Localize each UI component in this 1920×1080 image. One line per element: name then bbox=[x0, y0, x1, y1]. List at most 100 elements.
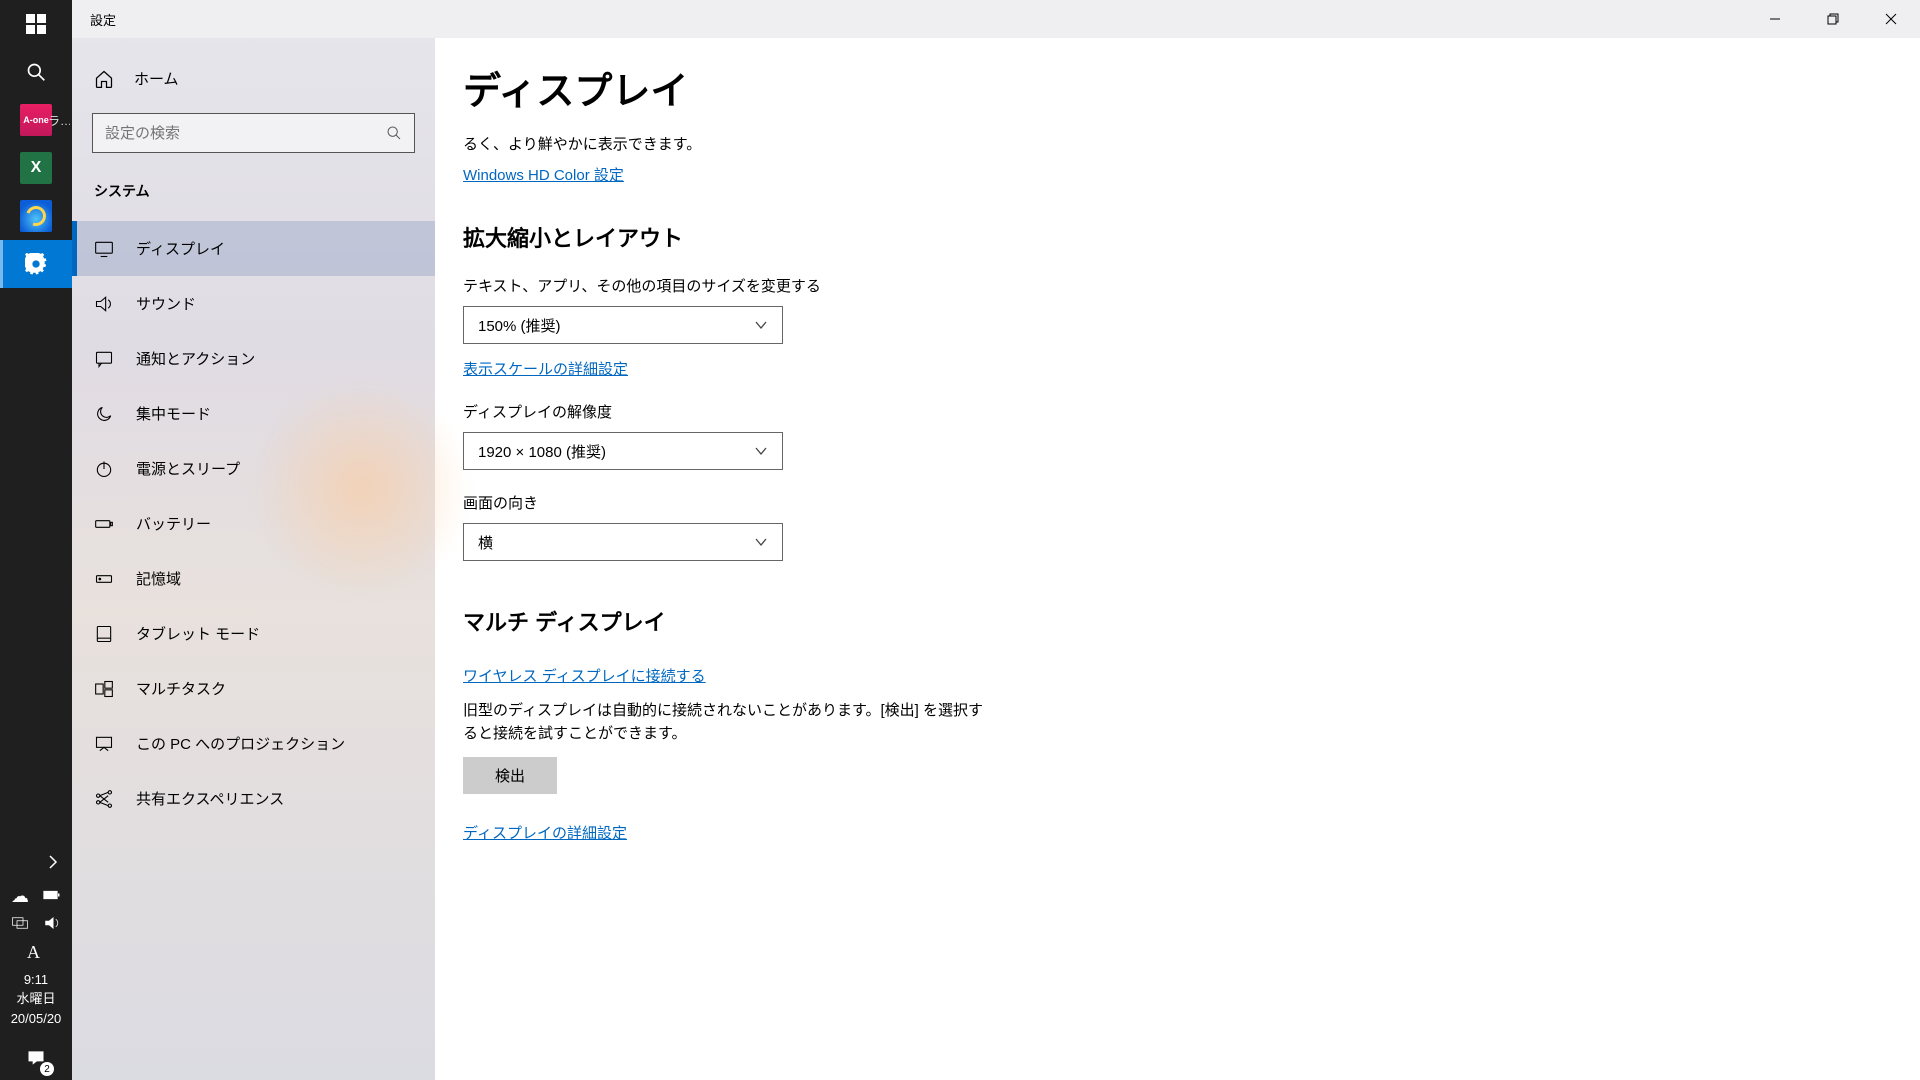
onedrive-icon[interactable]: ☁ bbox=[11, 886, 29, 904]
shared-experiences-icon bbox=[94, 789, 114, 809]
restore-icon bbox=[1827, 13, 1839, 25]
sidebar-item-label: サウンド bbox=[136, 293, 196, 314]
section-scale-heading: 拡大縮小とレイアウト bbox=[463, 221, 1920, 253]
window-close-button[interactable] bbox=[1862, 0, 1920, 38]
multitask-icon bbox=[94, 679, 114, 699]
sidebar-item-label: この PC へのプロジェクション bbox=[136, 733, 345, 754]
select-resolution-value: 1920 × 1080 (推奨) bbox=[478, 441, 606, 462]
taskbar-app-aone-label: ラ… bbox=[48, 112, 70, 129]
minimize-icon bbox=[1769, 13, 1781, 25]
sidebar-item-label: バッテリー bbox=[136, 513, 211, 534]
sidebar-item-label: 共有エクスペリエンス bbox=[136, 788, 284, 809]
taskbar-clock[interactable]: 9:11 水曜日 20/05/20 bbox=[0, 966, 72, 1037]
taskbar: A-one ラ… X ☁ A 9:11 水曜日 20/05/20 2 bbox=[0, 0, 72, 1080]
sidebar-item-label: マルチタスク bbox=[136, 678, 226, 699]
clock-date: 20/05/20 bbox=[0, 1009, 72, 1029]
taskbar-app-aone[interactable]: A-one ラ… bbox=[0, 96, 72, 144]
label-resolution: ディスプレイの解像度 bbox=[463, 401, 1920, 422]
battery-icon[interactable] bbox=[43, 886, 61, 904]
settings-search[interactable] bbox=[92, 113, 415, 153]
hdr-desc-tail: るく、より鮮やかに表示できます。 bbox=[463, 133, 1920, 154]
excel-icon: X bbox=[20, 152, 52, 184]
projecting-icon bbox=[94, 734, 114, 754]
sidebar-item-label: 通知とアクション bbox=[136, 348, 255, 369]
close-icon bbox=[1885, 13, 1897, 25]
sidebar-item-focus[interactable]: 集中モード bbox=[72, 386, 435, 441]
sidebar-home[interactable]: ホーム bbox=[72, 50, 435, 113]
chevron-right-icon bbox=[48, 854, 58, 870]
taskbar-app-excel[interactable]: X bbox=[0, 144, 72, 192]
display-icon bbox=[94, 239, 114, 259]
taskbar-app-ie[interactable] bbox=[0, 192, 72, 240]
select-orientation-value: 横 bbox=[478, 532, 493, 553]
sidebar-home-label: ホーム bbox=[134, 68, 179, 89]
gear-icon bbox=[25, 253, 47, 275]
internet-explorer-icon bbox=[20, 200, 52, 232]
sidebar-item-label: 記憶域 bbox=[136, 568, 181, 589]
start-button[interactable] bbox=[0, 0, 72, 48]
focus-assist-icon bbox=[94, 404, 114, 424]
battery-icon bbox=[94, 514, 114, 534]
hdr-color-link[interactable]: Windows HD Color 設定 bbox=[463, 164, 624, 185]
label-orientation: 画面の向き bbox=[463, 492, 1920, 513]
taskbar-systray: ☁ A bbox=[0, 880, 72, 966]
page-title: ディスプレイ bbox=[463, 60, 1920, 115]
chevron-down-icon bbox=[754, 318, 768, 332]
network-icon[interactable] bbox=[11, 914, 29, 932]
desc-detect: 旧型のディスプレイは自動的に接続されないことがあります。[検出] を選択すると接… bbox=[463, 700, 983, 745]
search-icon bbox=[26, 62, 46, 82]
sidebar-item-power[interactable]: 電源とスリープ bbox=[72, 441, 435, 496]
sidebar-item-shared[interactable]: 共有エクスペリエンス bbox=[72, 771, 435, 826]
link-advanced-display[interactable]: ディスプレイの詳細設定 bbox=[463, 822, 627, 843]
taskbar-spacer bbox=[0, 288, 72, 844]
notifications-icon bbox=[94, 349, 114, 369]
clock-day: 水曜日 bbox=[0, 989, 72, 1009]
sidebar-item-label: ディスプレイ bbox=[136, 238, 225, 259]
sidebar-item-sound[interactable]: サウンド bbox=[72, 276, 435, 331]
sidebar-item-notifications[interactable]: 通知とアクション bbox=[72, 331, 435, 386]
btn-detect[interactable]: 検出 bbox=[463, 757, 557, 794]
ime-icon[interactable]: A bbox=[27, 942, 45, 960]
section-multi-heading: マルチ ディスプレイ bbox=[463, 605, 1920, 637]
windows-logo-icon bbox=[26, 14, 46, 34]
sidebar-item-tablet[interactable]: タブレット モード bbox=[72, 606, 435, 661]
taskbar-overflow-chevron[interactable] bbox=[0, 844, 72, 880]
sidebar-item-display[interactable]: ディスプレイ bbox=[72, 221, 435, 276]
sidebar-item-storage[interactable]: 記憶域 bbox=[72, 551, 435, 606]
link-advanced-scaling[interactable]: 表示スケールの詳細設定 bbox=[463, 358, 628, 379]
window-minimize-button[interactable] bbox=[1746, 0, 1804, 38]
select-text-size[interactable]: 150% (推奨) bbox=[463, 306, 783, 344]
settings-search-input[interactable] bbox=[105, 125, 386, 142]
settings-main: ディスプレイ るく、より鮮やかに表示できます。 Windows HD Color… bbox=[435, 38, 1920, 1080]
power-icon bbox=[94, 459, 114, 479]
select-orientation[interactable]: 横 bbox=[463, 523, 783, 561]
chevron-down-icon bbox=[754, 444, 768, 458]
clock-time: 9:11 bbox=[0, 970, 72, 990]
action-center-badge: 2 bbox=[40, 1062, 54, 1076]
chevron-down-icon bbox=[754, 535, 768, 549]
tablet-mode-icon bbox=[94, 624, 114, 644]
volume-icon[interactable] bbox=[43, 914, 61, 932]
taskbar-search[interactable] bbox=[0, 48, 72, 96]
action-center-button[interactable]: 2 bbox=[0, 1036, 72, 1080]
select-text-size-value: 150% (推奨) bbox=[478, 315, 561, 336]
sidebar-item-label: 集中モード bbox=[136, 403, 211, 424]
link-wireless-display[interactable]: ワイヤレス ディスプレイに接続する bbox=[463, 665, 706, 686]
titlebar: 設定 bbox=[72, 0, 1920, 38]
home-icon bbox=[94, 69, 114, 89]
settings-sidebar: ホーム システム ディスプレイ サウンド 通知とアクション bbox=[72, 38, 435, 1080]
storage-icon bbox=[94, 569, 114, 589]
sidebar-item-multitask[interactable]: マルチタスク bbox=[72, 661, 435, 716]
taskbar-app-settings[interactable] bbox=[0, 240, 72, 288]
sidebar-item-projecting[interactable]: この PC へのプロジェクション bbox=[72, 716, 435, 771]
window-maximize-button[interactable] bbox=[1804, 0, 1862, 38]
settings-window: 設定 ホーム システム bbox=[72, 0, 1920, 1080]
select-resolution[interactable]: 1920 × 1080 (推奨) bbox=[463, 432, 783, 470]
window-title: 設定 bbox=[72, 10, 116, 29]
sidebar-section-label: システム bbox=[72, 153, 435, 221]
sidebar-item-battery[interactable]: バッテリー bbox=[72, 496, 435, 551]
label-text-size: テキスト、アプリ、その他の項目のサイズを変更する bbox=[463, 275, 1920, 296]
sound-icon bbox=[94, 294, 114, 314]
sidebar-item-label: タブレット モード bbox=[136, 623, 260, 644]
sidebar-item-label: 電源とスリープ bbox=[136, 458, 240, 479]
